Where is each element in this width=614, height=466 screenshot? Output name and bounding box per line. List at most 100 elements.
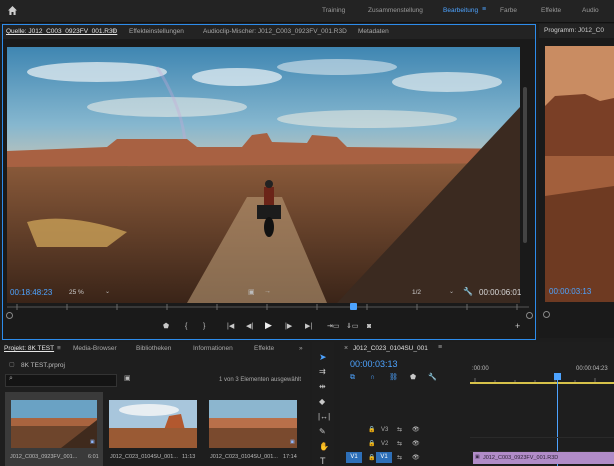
program-timecode[interactable]: 00:00:03:13 — [549, 287, 591, 296]
timeline-toolbar: ⧉ ∩ ⛓ ⬟ 🔧 — [350, 373, 450, 383]
source-resolution-select[interactable]: 1/2 — [412, 289, 421, 296]
source-monitor-panel: Quelle: J012_C003_0923FV_001.R3D ≡ Effek… — [2, 24, 536, 340]
tab-libraries[interactable]: Bibliotheken — [136, 342, 171, 356]
linked-selection-icon[interactable]: ⛓ — [389, 373, 398, 382]
tab-audio-clip-mixer[interactable]: Audioclip-Mischer: J012_C003_0923FV_001.… — [203, 25, 347, 39]
track-select-tool-icon[interactable]: ⇉ — [319, 367, 326, 376]
step-forward-icon[interactable]: |▶ — [285, 322, 292, 331]
clip-video-badge-icon: ▣ — [290, 439, 295, 445]
program-scroll-start-handle[interactable] — [543, 311, 550, 318]
tab-project[interactable]: Projekt: 8K TEST — [4, 342, 54, 356]
tab-metadata[interactable]: Metadaten — [358, 25, 389, 39]
tab-effect-controls[interactable]: Effekteinstellungen — [129, 25, 184, 39]
track-lane-v2[interactable] — [470, 438, 614, 452]
snap-icon[interactable]: ∩ — [370, 373, 375, 382]
go-to-out-icon[interactable]: ▶| — [305, 322, 312, 331]
source-scroll-end-handle[interactable] — [526, 312, 533, 319]
source-scrollbar[interactable] — [523, 87, 527, 243]
eye-icon[interactable]: 👁 — [412, 440, 420, 447]
play-icon[interactable]: ▶ — [265, 321, 272, 330]
marker-fit-icon[interactable]: ▣ — [248, 288, 255, 296]
project-menu-icon[interactable]: ≡ — [57, 342, 61, 356]
button-editor-plus-icon[interactable]: + — [515, 322, 520, 331]
nest-sequence-icon[interactable]: ⧉ — [350, 373, 355, 382]
export-frame-icon[interactable]: ◙ — [367, 322, 371, 331]
new-bin-icon[interactable]: ▣ — [124, 374, 131, 382]
more-panels-icon[interactable]: » — [299, 342, 303, 356]
workspace-tab-audio[interactable]: Audio — [582, 7, 599, 14]
clip-thumbnail-1[interactable]: ▣ J012_C003_0923FV_001... 6:01 — [5, 392, 103, 466]
sync-lock-icon[interactable]: ⇆ — [397, 440, 402, 447]
wrench-icon[interactable]: 🔧 — [463, 287, 473, 296]
arrow-right-icon[interactable]: → — [264, 288, 271, 295]
overwrite-icon[interactable]: ⇓▭ — [346, 322, 358, 331]
go-to-in-icon[interactable]: |◀ — [227, 322, 234, 331]
slip-tool-icon[interactable]: |↔| — [318, 412, 330, 421]
workspace-tab-assembly[interactable]: Zusammenstellung — [368, 7, 423, 14]
tab-effects[interactable]: Effekte — [254, 342, 274, 356]
program-video-frame[interactable] — [545, 46, 614, 302]
mark-out-icon[interactable]: } — [203, 322, 205, 331]
ruler-mark-label: 00:00:04:23 — [576, 366, 608, 372]
track-label: V3 — [381, 427, 389, 433]
clip-video-badge-icon: ▣ — [90, 439, 95, 445]
selection-tool-icon[interactable]: ➤ — [319, 352, 327, 363]
workspace-tab-color[interactable]: Farbe — [500, 7, 517, 14]
timeline-settings-icon[interactable]: 🔧 — [428, 373, 437, 382]
type-tool-icon[interactable]: T — [320, 456, 326, 466]
tab-info[interactable]: Informationen — [193, 342, 233, 356]
timeline-tab[interactable]: J012_C023_0104SU_001 — [353, 345, 428, 352]
clip-thumbnail-3[interactable]: ▣ J012_C023_0104SU_001... 17:14 — [206, 392, 304, 466]
timeline-panel: × J012_C023_0104SU_001 ≡ 00:00:03:13 ⧉ ∩… — [340, 342, 614, 466]
timeline-menu-icon[interactable]: ≡ — [438, 344, 442, 351]
add-marker-icon[interactable]: ⬟ — [410, 373, 416, 382]
mark-in-icon[interactable]: { — [185, 322, 187, 331]
workspace-tab-effects[interactable]: Effekte — [541, 7, 561, 14]
hand-tool-icon[interactable]: ✋ — [319, 442, 329, 451]
clip-duration: 6:01 — [88, 454, 99, 460]
timeline-clip[interactable]: ▣ J012_C003_0923FV_001.R3D — [473, 452, 614, 464]
clip-thumbnail-2[interactable]: J012_C023_0104SU_001... 11:13 — [106, 392, 204, 466]
sync-lock-icon[interactable]: ⇆ — [397, 426, 402, 433]
track-label[interactable]: V1 — [376, 452, 392, 463]
tab-source[interactable]: Quelle: J012_C003_0923FV_001.R3D — [6, 25, 117, 39]
program-monitor-panel: Programm: J012_C0 00:00:03:13 — [539, 24, 614, 338]
razor-tool-icon[interactable]: ◆ — [319, 397, 325, 406]
source-patch-v1[interactable]: V1 — [346, 452, 362, 463]
eye-icon[interactable]: 👁 — [412, 454, 420, 461]
workspace-menu-icon[interactable]: ≡ — [482, 6, 486, 13]
timeline-ruler[interactable]: :00:00 00:00:04:23 — [470, 364, 614, 384]
track-lane-v3[interactable] — [470, 424, 614, 438]
work-area-bar[interactable] — [470, 382, 614, 384]
source-zoom-select[interactable]: 25 % — [69, 289, 84, 296]
timeline-playhead-handle[interactable] — [554, 373, 561, 380]
sync-lock-icon[interactable]: ⇆ — [397, 454, 402, 461]
lock-icon[interactable]: 🔒 — [368, 440, 375, 447]
source-time-ruler[interactable] — [7, 302, 529, 312]
add-marker-icon[interactable]: ⬟ — [163, 322, 169, 331]
source-scroll-start-handle[interactable] — [6, 312, 13, 319]
timeline-close-icon[interactable]: × — [344, 345, 348, 352]
insert-icon[interactable]: ⇥▭ — [327, 322, 339, 331]
lock-icon[interactable]: 🔒 — [368, 426, 375, 433]
step-back-icon[interactable]: ◀| — [246, 322, 253, 331]
project-search-input[interactable]: ⌕ — [5, 374, 117, 387]
home-icon[interactable] — [7, 5, 18, 16]
ripple-edit-tool-icon[interactable]: ⇹ — [319, 382, 326, 391]
timeline-timecode[interactable]: 00:00:03:13 — [350, 359, 398, 369]
tab-program[interactable]: Programm: J012_C0 — [544, 24, 604, 38]
timeline-clip-label: J012_C003_0923FV_001.R3D — [483, 455, 559, 461]
tab-media-browser[interactable]: Media-Browser — [73, 342, 117, 356]
source-timecode-current[interactable]: 00:18:48:23 — [10, 288, 52, 297]
workspace-tab-editing[interactable]: Bearbeitung — [443, 7, 478, 14]
lock-icon[interactable]: 🔒 — [368, 454, 375, 461]
ruler-start-label: :00:00 — [472, 366, 489, 372]
pen-tool-icon[interactable]: ✎ — [319, 427, 326, 436]
workspace-tab-training[interactable]: Training — [322, 7, 345, 14]
resolution-dropdown-icon[interactable]: ⌄ — [449, 288, 454, 295]
source-playhead[interactable] — [350, 303, 357, 310]
source-video-frame[interactable] — [7, 47, 520, 303]
zoom-dropdown-icon[interactable]: ⌄ — [105, 288, 110, 295]
tab-menu-icon[interactable]: ≡ — [112, 25, 116, 39]
eye-icon[interactable]: 👁 — [412, 426, 420, 433]
